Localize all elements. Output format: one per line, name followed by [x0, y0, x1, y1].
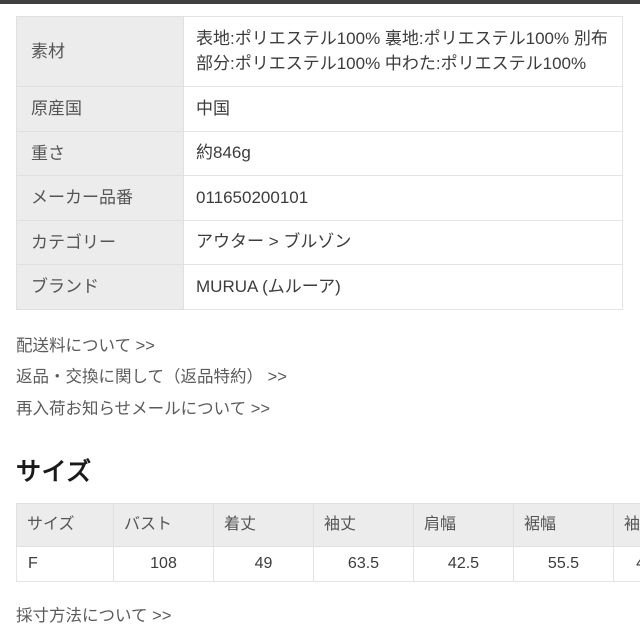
product-spec-table: 素材 表地:ポリエステル100% 裏地:ポリエステル100% 別布部分:ポリエス… [16, 15, 623, 310]
size-header-shoulder: 肩幅 [413, 503, 514, 548]
size-header-size: サイズ [16, 503, 114, 548]
size-cell-hem: 55.5 [513, 546, 614, 583]
table-row: メーカー品番 011650200101 [16, 175, 623, 221]
size-header-armhole: 袖ぐり [613, 503, 640, 548]
spec-value-weight: 約846g [183, 130, 623, 177]
spec-value-country: 中国 [183, 86, 623, 132]
size-cell-bust: 108 [113, 546, 214, 583]
spec-value-category: アウター > ブルゾン [183, 219, 623, 266]
size-cell-size: F [16, 546, 114, 583]
size-section-heading: サイズ [16, 458, 92, 487]
spec-value-brand: MURUA (ムルーア) [183, 264, 623, 310]
spec-label-country: 原産国 [16, 86, 184, 132]
shipping-fee-link[interactable]: 配送料について >> [16, 332, 155, 364]
table-row: 重さ 約846g [16, 130, 623, 177]
size-table-header-row: サイズ バスト 着丈 袖丈 肩幅 裾幅 袖ぐり [16, 503, 640, 548]
size-header-hem: 裾幅 [513, 503, 614, 548]
size-header-sleeve: 袖丈 [313, 503, 414, 548]
size-cell-armhole: 45 [613, 546, 640, 583]
spec-label-material: 素材 [16, 15, 184, 88]
product-detail-page: 素材 表地:ポリエステル100% 裏地:ポリエステル100% 別布部分:ポリエス… [0, 4, 640, 626]
spec-value-part-number: 011650200101 [183, 175, 623, 221]
spec-label-brand: ブランド [16, 264, 184, 310]
size-chart-table: サイズ バスト 着丈 袖丈 肩幅 裾幅 袖ぐり F 108 49 63.5 42… [16, 503, 640, 583]
table-row: ブランド MURUA (ムルーア) [16, 264, 623, 310]
spec-label-part-number: メーカー品番 [16, 175, 184, 221]
size-cell-shoulder: 42.5 [413, 546, 514, 583]
size-cell-sleeve: 63.5 [313, 546, 414, 583]
table-row: 素材 表地:ポリエステル100% 裏地:ポリエステル100% 別布部分:ポリエス… [16, 15, 623, 88]
measurement-method-link[interactable]: 採寸方法について >> [16, 602, 171, 626]
table-row: カテゴリー アウター > ブルゾン [16, 219, 623, 266]
size-header-bust: バスト [113, 503, 214, 548]
size-cell-length: 49 [213, 546, 314, 583]
size-header-length: 着丈 [213, 503, 314, 548]
spec-label-weight: 重さ [16, 130, 184, 177]
info-links: 配送料について >> 返品・交換に関して（返品特約） >> 再入荷お知らせメール… [16, 332, 640, 427]
returns-exchange-link[interactable]: 返品・交換に関して（返品特約） >> [16, 363, 287, 395]
table-row: 原産国 中国 [16, 86, 623, 132]
restock-notification-link[interactable]: 再入荷お知らせメールについて >> [16, 395, 270, 427]
table-row: F 108 49 63.5 42.5 55.5 45 [16, 546, 640, 583]
spec-label-category: カテゴリー [16, 219, 184, 266]
spec-value-material: 表地:ポリエステル100% 裏地:ポリエステル100% 別布部分:ポリエステル1… [183, 15, 623, 88]
